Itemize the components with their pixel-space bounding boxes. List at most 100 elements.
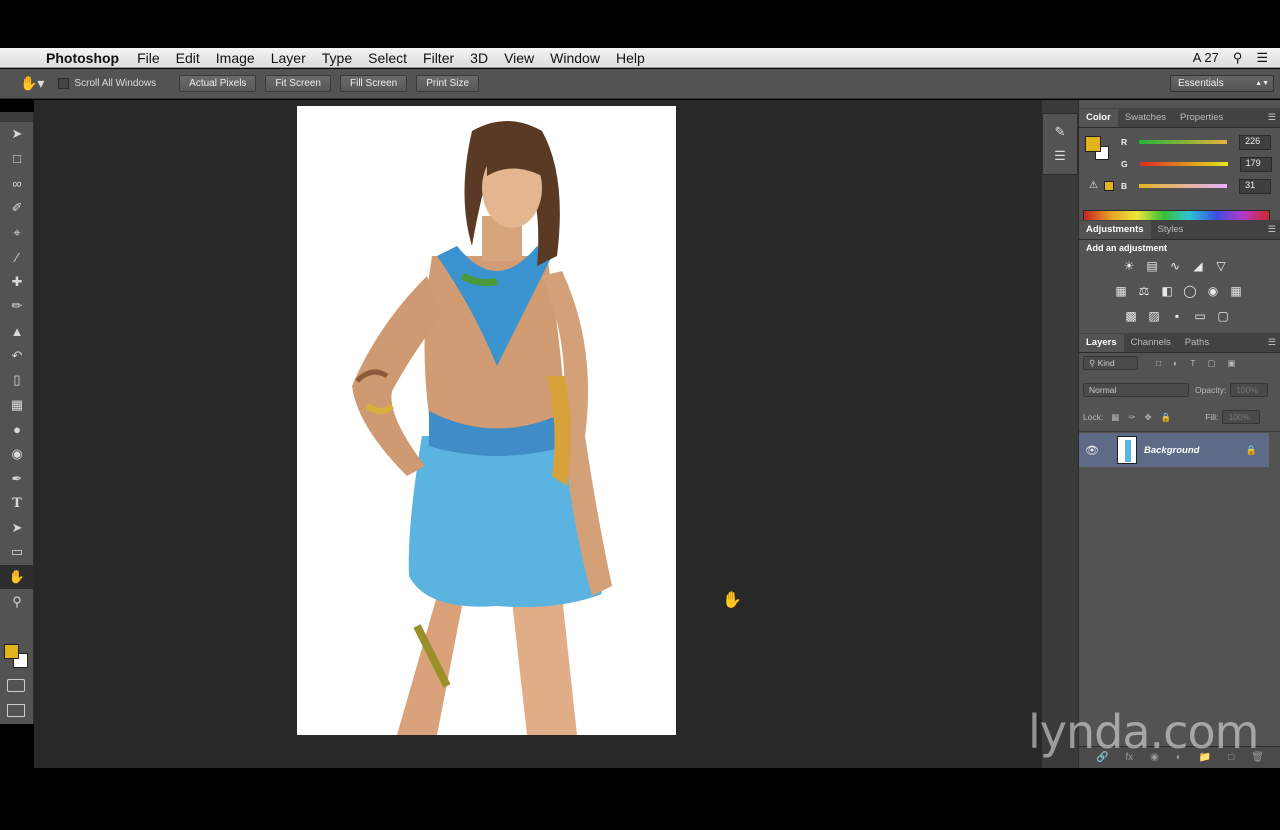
- menu-3d[interactable]: 3D: [462, 50, 496, 66]
- blue-value[interactable]: 31: [1239, 178, 1272, 194]
- gamut-warning-icon[interactable]: ⚠: [1089, 180, 1098, 191]
- fill-field[interactable]: 100%: [1222, 410, 1261, 424]
- menu-image[interactable]: Image: [208, 50, 263, 66]
- fill-screen-button[interactable]: Fill Screen: [340, 75, 408, 92]
- web-safe-chip[interactable]: [1104, 181, 1114, 191]
- photo-filter-icon[interactable]: ◯: [1182, 283, 1198, 299]
- pen-tool-icon[interactable]: ✒: [0, 466, 34, 491]
- panel-menu-icon[interactable]: ☰: [1268, 337, 1276, 348]
- lock-transparent-icon[interactable]: ▦: [1111, 412, 1119, 423]
- lock-position-icon[interactable]: ✥: [1144, 412, 1151, 423]
- layer-name[interactable]: Background: [1144, 445, 1199, 456]
- menu-help[interactable]: Help: [608, 50, 653, 66]
- menu-filter[interactable]: Filter: [415, 50, 462, 66]
- type-tool-icon[interactable]: T: [0, 491, 34, 516]
- panel-menu-icon[interactable]: ☰: [1268, 224, 1276, 235]
- foreground-color-swatch[interactable]: [4, 644, 19, 659]
- menu-file[interactable]: File: [129, 50, 168, 66]
- gradient-map-icon[interactable]: ▭: [1192, 308, 1208, 324]
- screen-mode-icon[interactable]: [7, 704, 25, 717]
- invert-icon[interactable]: ▩: [1123, 308, 1139, 324]
- move-tool-icon[interactable]: ➤: [0, 122, 34, 147]
- blue-slider[interactable]: [1139, 184, 1228, 188]
- menu-window[interactable]: Window: [542, 50, 608, 66]
- tab-styles[interactable]: Styles: [1151, 221, 1191, 239]
- dodge-tool-icon[interactable]: ◉: [0, 442, 34, 467]
- crop-tool-icon[interactable]: ⌖: [0, 220, 34, 245]
- tab-channels[interactable]: Channels: [1124, 334, 1178, 352]
- panel-menu-icon[interactable]: ☰: [1268, 112, 1276, 123]
- curves-icon[interactable]: ∿: [1167, 258, 1183, 274]
- workspace-switcher[interactable]: Essentials ▲▼: [1170, 75, 1274, 92]
- tab-layers[interactable]: Layers: [1079, 334, 1124, 352]
- rectangle-tool-icon[interactable]: ▭: [0, 540, 34, 565]
- menu-select[interactable]: Select: [360, 50, 415, 66]
- actual-pixels-button[interactable]: Actual Pixels: [179, 75, 257, 92]
- threshold-icon[interactable]: ▪: [1169, 308, 1185, 324]
- brightness-icon[interactable]: ☀: [1121, 258, 1137, 274]
- layer-row-background[interactable]: 👁 Background 🔒: [1079, 433, 1269, 467]
- eye-visibility-icon[interactable]: 👁: [1079, 444, 1105, 457]
- levels-icon[interactable]: ▤: [1144, 258, 1160, 274]
- hand-tool-preset-icon[interactable]: ✋▾: [20, 75, 44, 92]
- menu-layer[interactable]: Layer: [263, 50, 314, 66]
- exposure-icon[interactable]: ◢: [1190, 258, 1206, 274]
- filter-pixel-icon[interactable]: □: [1156, 358, 1161, 368]
- marquee-tool-icon[interactable]: □: [0, 147, 34, 172]
- spotlight-search-icon[interactable]: ⚲: [1233, 50, 1243, 66]
- selective-color-icon[interactable]: ▢: [1215, 308, 1231, 324]
- layer-filter-dropdown[interactable]: ⚲ Kind: [1083, 356, 1138, 370]
- channel-mixer-icon[interactable]: ◉: [1205, 283, 1221, 299]
- brush-presets-icon[interactable]: ✎: [1043, 124, 1077, 140]
- color-lookup-icon[interactable]: ▦: [1228, 283, 1244, 299]
- lock-all-icon[interactable]: 🔒: [1161, 412, 1172, 423]
- black-white-icon[interactable]: ◧: [1159, 283, 1175, 299]
- tab-adjustments[interactable]: Adjustments: [1079, 221, 1151, 239]
- quick-mask-icon[interactable]: [7, 679, 25, 692]
- path-select-tool-icon[interactable]: ➤: [0, 516, 34, 541]
- gradient-tool-icon[interactable]: ▦: [0, 393, 34, 418]
- adobe-status[interactable]: A 27: [1193, 50, 1219, 65]
- tools-panel-header[interactable]: [0, 112, 33, 122]
- color-balance-icon[interactable]: ⚖: [1136, 283, 1152, 299]
- filter-smart-icon[interactable]: ▣: [1228, 358, 1236, 369]
- tab-swatches[interactable]: Swatches: [1118, 109, 1173, 127]
- hue-saturation-icon[interactable]: ▦: [1113, 283, 1129, 299]
- zoom-tool-icon[interactable]: ⚲: [0, 589, 34, 614]
- menu-view[interactable]: View: [496, 50, 542, 66]
- healing-tool-icon[interactable]: ✚: [0, 270, 34, 295]
- green-value[interactable]: 179: [1239, 156, 1272, 172]
- filter-type-icon[interactable]: T: [1190, 358, 1195, 368]
- posterize-icon[interactable]: ▨: [1146, 308, 1162, 324]
- menu-type[interactable]: Type: [314, 50, 360, 66]
- notification-list-icon[interactable]: ☰: [1256, 50, 1268, 66]
- fit-screen-button[interactable]: Fit Screen: [265, 75, 331, 92]
- tool-presets-icon[interactable]: ☰: [1043, 148, 1077, 164]
- red-slider[interactable]: [1139, 140, 1228, 144]
- vibrance-icon[interactable]: ▽: [1213, 258, 1229, 274]
- tab-color[interactable]: Color: [1079, 109, 1118, 127]
- filter-shape-icon[interactable]: ▢: [1207, 358, 1215, 369]
- eraser-tool-icon[interactable]: ▯: [0, 368, 34, 393]
- color-fg-chip[interactable]: [1085, 136, 1101, 152]
- quick-select-tool-icon[interactable]: ✐: [0, 196, 34, 221]
- opacity-field[interactable]: 100%: [1230, 383, 1269, 397]
- print-size-button[interactable]: Print Size: [416, 75, 480, 92]
- eyedropper-tool-icon[interactable]: ⁄: [0, 245, 34, 270]
- tab-paths[interactable]: Paths: [1178, 334, 1216, 352]
- scroll-all-windows-checkbox[interactable]: [58, 78, 70, 89]
- lasso-tool-icon[interactable]: ∞: [0, 171, 34, 196]
- hand-tool-icon[interactable]: ✋: [0, 564, 34, 590]
- green-slider[interactable]: [1139, 162, 1228, 166]
- blend-mode-dropdown[interactable]: Normal: [1083, 383, 1189, 397]
- history-brush-tool-icon[interactable]: ↶: [0, 343, 34, 368]
- brush-tool-icon[interactable]: ✏: [0, 294, 34, 319]
- document-workspace[interactable]: ✋: [34, 100, 1042, 768]
- filter-adjustment-icon[interactable]: ◐: [1173, 358, 1178, 368]
- lock-pixels-icon[interactable]: ✑: [1128, 412, 1135, 423]
- red-value[interactable]: 226: [1239, 134, 1272, 150]
- menu-edit[interactable]: Edit: [168, 50, 208, 66]
- tab-properties[interactable]: Properties: [1173, 109, 1230, 127]
- app-menu[interactable]: Photoshop: [46, 50, 119, 66]
- blur-tool-icon[interactable]: ●: [0, 417, 34, 442]
